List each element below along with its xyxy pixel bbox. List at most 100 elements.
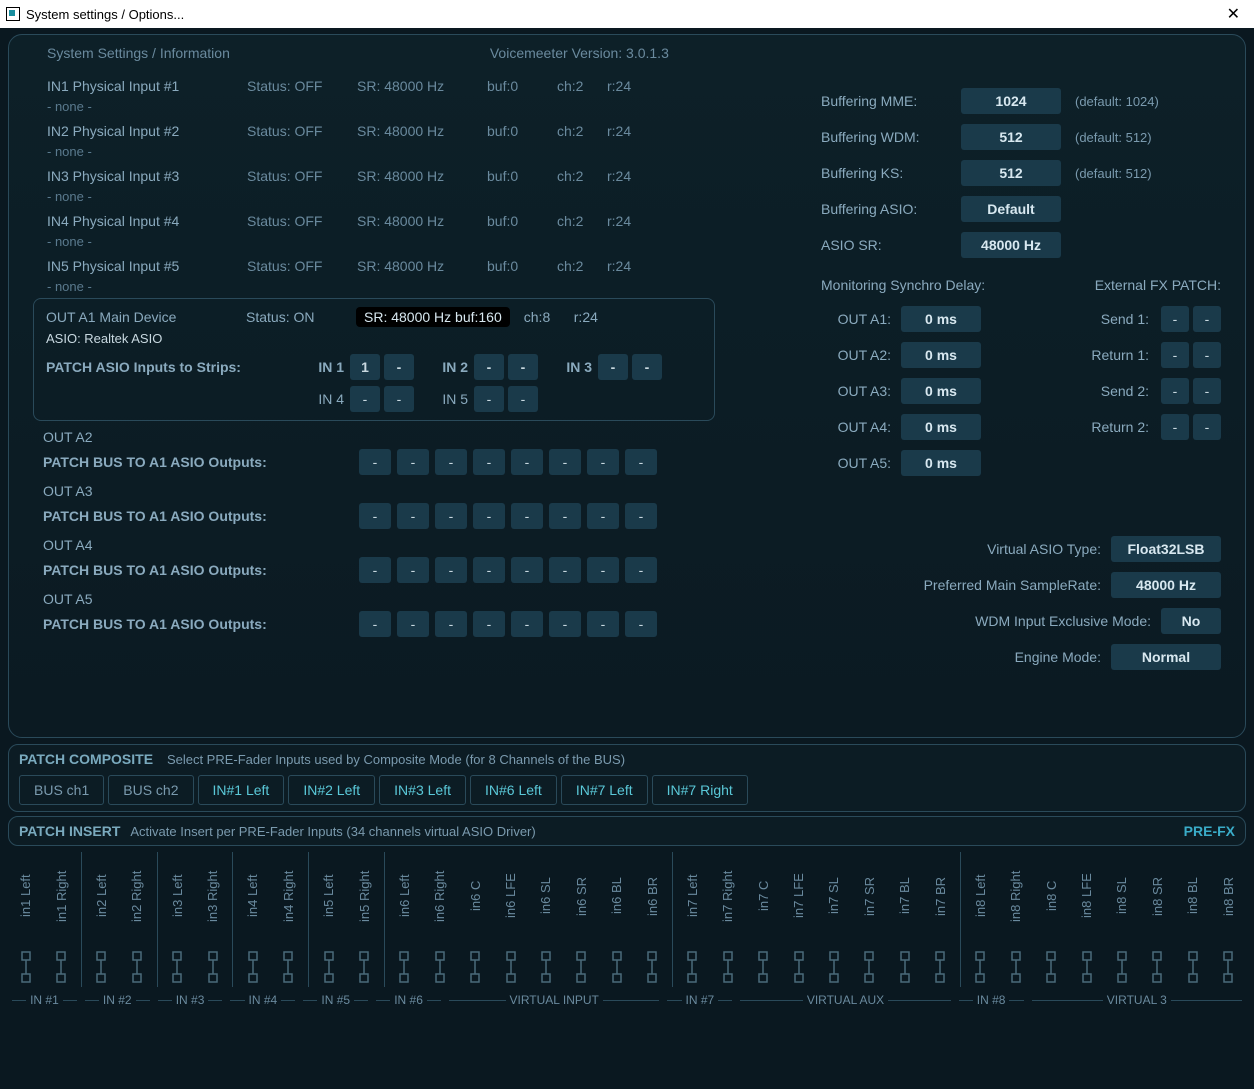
insert-channel[interactable]: in6 C xyxy=(458,852,493,987)
composite-button[interactable]: BUS ch2 xyxy=(108,775,193,805)
out-patch-btn[interactable]: - xyxy=(549,611,581,637)
composite-button[interactable]: IN#1 Left xyxy=(198,775,285,805)
insert-channel[interactable]: in3 Left xyxy=(160,852,195,987)
in2-patch-left[interactable]: - xyxy=(474,354,504,380)
insert-channel[interactable]: in6 Left xyxy=(387,852,422,987)
insert-channel[interactable]: in1 Left xyxy=(8,852,43,987)
insert-channel[interactable]: in6 BR xyxy=(634,852,669,987)
setting-value[interactable]: Float32LSB xyxy=(1111,536,1221,562)
out-patch-btn[interactable]: - xyxy=(359,503,391,529)
fx-patch-btn-b[interactable]: - xyxy=(1193,306,1221,332)
insert-channel[interactable]: in8 Right xyxy=(998,852,1033,987)
buffering-value[interactable]: 512 xyxy=(961,124,1061,150)
out-patch-btn[interactable]: - xyxy=(587,503,619,529)
in3-patch-right[interactable]: - xyxy=(632,354,662,380)
in4-patch-left[interactable]: - xyxy=(350,386,380,412)
in1-patch-right[interactable]: - xyxy=(384,354,414,380)
out-patch-btn[interactable]: - xyxy=(397,557,429,583)
out-patch-btn[interactable]: - xyxy=(397,611,429,637)
out-patch-btn[interactable]: - xyxy=(511,557,543,583)
out-patch-btn[interactable]: - xyxy=(625,611,657,637)
out-patch-btn[interactable]: - xyxy=(587,557,619,583)
in5-patch-right[interactable]: - xyxy=(508,386,538,412)
insert-channel[interactable]: in4 Right xyxy=(271,852,306,987)
mon-out-value[interactable]: 0 ms xyxy=(901,378,981,404)
fx-patch-btn-a[interactable]: - xyxy=(1161,378,1189,404)
buffering-value[interactable]: 512 xyxy=(961,160,1061,186)
out-patch-btn[interactable]: - xyxy=(473,449,505,475)
in2-patch-right[interactable]: - xyxy=(508,354,538,380)
out-patch-btn[interactable]: - xyxy=(549,557,581,583)
composite-button[interactable]: IN#6 Left xyxy=(470,775,557,805)
out-patch-btn[interactable]: - xyxy=(473,611,505,637)
insert-channel[interactable]: in8 LFE xyxy=(1069,852,1104,987)
out-patch-btn[interactable]: - xyxy=(473,503,505,529)
fx-patch-btn-b[interactable]: - xyxy=(1193,342,1221,368)
insert-channel[interactable]: in6 SR xyxy=(564,852,599,987)
composite-button[interactable]: BUS ch1 xyxy=(19,775,104,805)
in4-patch-right[interactable]: - xyxy=(384,386,414,412)
insert-channel[interactable]: in8 SR xyxy=(1140,852,1175,987)
insert-channel[interactable]: in7 Left xyxy=(675,852,710,987)
out-patch-btn[interactable]: - xyxy=(397,449,429,475)
insert-channel[interactable]: in4 Left xyxy=(235,852,270,987)
insert-channel[interactable]: in2 Left xyxy=(84,852,119,987)
in1-patch-left[interactable]: 1 xyxy=(350,354,380,380)
fx-patch-btn-a[interactable]: - xyxy=(1161,414,1189,440)
out-patch-btn[interactable]: - xyxy=(435,611,467,637)
out-patch-btn[interactable]: - xyxy=(549,503,581,529)
mon-out-value[interactable]: 0 ms xyxy=(901,450,981,476)
insert-channel[interactable]: in5 Left xyxy=(311,852,346,987)
insert-channel[interactable]: in8 BL xyxy=(1175,852,1210,987)
out-patch-btn[interactable]: - xyxy=(359,449,391,475)
insert-channel[interactable]: in8 Left xyxy=(963,852,998,987)
setting-value[interactable]: No xyxy=(1161,608,1221,634)
out-patch-btn[interactable]: - xyxy=(625,449,657,475)
buffering-value[interactable]: Default xyxy=(961,196,1061,222)
fx-patch-btn-b[interactable]: - xyxy=(1193,378,1221,404)
insert-channel[interactable]: in2 Right xyxy=(119,852,154,987)
out-patch-btn[interactable]: - xyxy=(511,611,543,637)
insert-channel[interactable]: in1 Right xyxy=(43,852,78,987)
close-icon[interactable]: ✕ xyxy=(1219,4,1248,24)
insert-channel[interactable]: in7 BL xyxy=(887,852,922,987)
out-patch-btn[interactable]: - xyxy=(359,557,391,583)
mon-out-value[interactable]: 0 ms xyxy=(901,414,981,440)
composite-button[interactable]: IN#3 Left xyxy=(379,775,466,805)
insert-channel[interactable]: in8 SL xyxy=(1104,852,1139,987)
insert-channel[interactable]: in7 C xyxy=(746,852,781,987)
mon-out-value[interactable]: 0 ms xyxy=(901,342,981,368)
out-patch-btn[interactable]: - xyxy=(397,503,429,529)
buffering-value[interactable]: 1024 xyxy=(961,88,1061,114)
fx-patch-btn-a[interactable]: - xyxy=(1161,306,1189,332)
out-patch-btn[interactable]: - xyxy=(511,503,543,529)
out-patch-btn[interactable]: - xyxy=(359,611,391,637)
in3-patch-left[interactable]: - xyxy=(598,354,628,380)
insert-channel[interactable]: in6 SL xyxy=(528,852,563,987)
insert-channel[interactable]: in7 Right xyxy=(710,852,745,987)
insert-channel[interactable]: in6 Right xyxy=(422,852,457,987)
composite-button[interactable]: IN#7 Left xyxy=(561,775,648,805)
pre-fx-button[interactable]: PRE-FX xyxy=(1184,823,1235,839)
fx-patch-btn-b[interactable]: - xyxy=(1193,414,1221,440)
out-patch-btn[interactable]: - xyxy=(587,449,619,475)
out-patch-btn[interactable]: - xyxy=(549,449,581,475)
out-patch-btn[interactable]: - xyxy=(587,611,619,637)
in5-patch-left[interactable]: - xyxy=(474,386,504,412)
out-patch-btn[interactable]: - xyxy=(435,557,467,583)
out-patch-btn[interactable]: - xyxy=(435,503,467,529)
insert-channel[interactable]: in6 BL xyxy=(599,852,634,987)
fx-patch-btn-a[interactable]: - xyxy=(1161,342,1189,368)
out-patch-btn[interactable]: - xyxy=(473,557,505,583)
insert-channel[interactable]: in6 LFE xyxy=(493,852,528,987)
out-patch-btn[interactable]: - xyxy=(625,503,657,529)
insert-channel[interactable]: in8 BR xyxy=(1210,852,1245,987)
composite-button[interactable]: IN#7 Right xyxy=(652,775,748,805)
setting-value[interactable]: 48000 Hz xyxy=(1111,572,1221,598)
out-patch-btn[interactable]: - xyxy=(435,449,467,475)
composite-button[interactable]: IN#2 Left xyxy=(288,775,375,805)
buffering-value[interactable]: 48000 Hz xyxy=(961,232,1061,258)
insert-channel[interactable]: in3 Right xyxy=(195,852,230,987)
insert-channel[interactable]: in7 SL xyxy=(816,852,851,987)
mon-out-value[interactable]: 0 ms xyxy=(901,306,981,332)
